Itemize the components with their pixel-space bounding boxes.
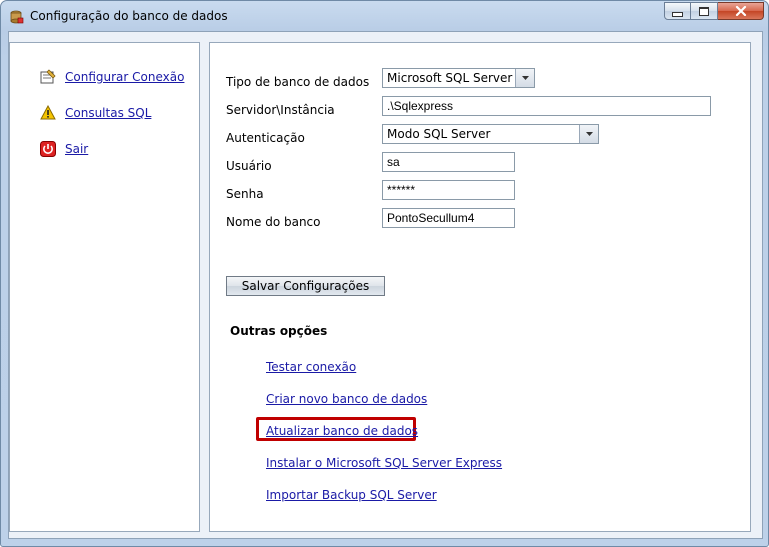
- db-type-select[interactable]: Microsoft SQL Server: [382, 68, 535, 88]
- close-button[interactable]: [718, 2, 764, 20]
- auth-label: Autenticação: [226, 131, 305, 145]
- server-label: Servidor\Instância: [226, 103, 335, 117]
- auth-select[interactable]: Modo SQL Server: [382, 124, 599, 144]
- maximize-button[interactable]: [691, 2, 718, 20]
- sidebar: Configurar Conexão Consultas SQL Sair: [9, 42, 200, 532]
- minimize-button[interactable]: [664, 2, 691, 20]
- settings-icon: [40, 69, 56, 85]
- db-name-label: Nome do banco: [226, 215, 321, 229]
- sidebar-item-configurar-conexao[interactable]: Configurar Conexão: [40, 69, 184, 85]
- db-type-value: Microsoft SQL Server: [387, 71, 513, 85]
- close-icon: [735, 6, 746, 16]
- sidebar-item-sair[interactable]: Sair: [40, 141, 88, 157]
- sidebar-item-label[interactable]: Configurar Conexão: [65, 70, 184, 84]
- database-app-icon: [10, 10, 24, 24]
- sidebar-item-consultas-sql[interactable]: Consultas SQL: [40, 105, 151, 121]
- warning-icon: [40, 105, 56, 121]
- settings-panel: Tipo de banco de dados Microsoft SQL Ser…: [209, 42, 751, 532]
- test-connection-link[interactable]: Testar conexão: [266, 360, 356, 374]
- import-backup-link[interactable]: Importar Backup SQL Server: [266, 488, 437, 502]
- title-bar[interactable]: Configuração do banco de dados: [1, 1, 768, 31]
- sidebar-item-label[interactable]: Consultas SQL: [65, 106, 151, 120]
- password-label: Senha: [226, 187, 264, 201]
- sidebar-item-label[interactable]: Sair: [65, 142, 88, 156]
- update-database-link[interactable]: Atualizar banco de dados: [266, 424, 418, 438]
- save-button[interactable]: Salvar Configurações: [226, 276, 385, 296]
- maximize-icon: [699, 6, 709, 16]
- user-label: Usuário: [226, 159, 272, 173]
- chevron-down-icon[interactable]: [579, 125, 598, 143]
- db-name-input[interactable]: [382, 208, 515, 228]
- chevron-down-icon[interactable]: [515, 69, 534, 87]
- server-input[interactable]: [382, 96, 711, 116]
- user-input[interactable]: [382, 152, 515, 172]
- password-input[interactable]: [382, 180, 515, 200]
- db-type-label: Tipo de banco de dados: [226, 75, 370, 89]
- app-window: Configuração do banco de dados Configura…: [0, 0, 769, 547]
- other-options-heading: Outras opções: [230, 324, 328, 338]
- window-title: Configuração do banco de dados: [30, 9, 228, 23]
- install-sql-express-link[interactable]: Instalar o Microsoft SQL Server Express: [266, 456, 502, 470]
- create-database-link[interactable]: Criar novo banco de dados: [266, 392, 427, 406]
- power-icon: [40, 141, 56, 157]
- client-area: Configurar Conexão Consultas SQL Sair Ti…: [8, 31, 763, 539]
- auth-value: Modo SQL Server: [387, 127, 491, 141]
- minimize-icon: [672, 11, 683, 17]
